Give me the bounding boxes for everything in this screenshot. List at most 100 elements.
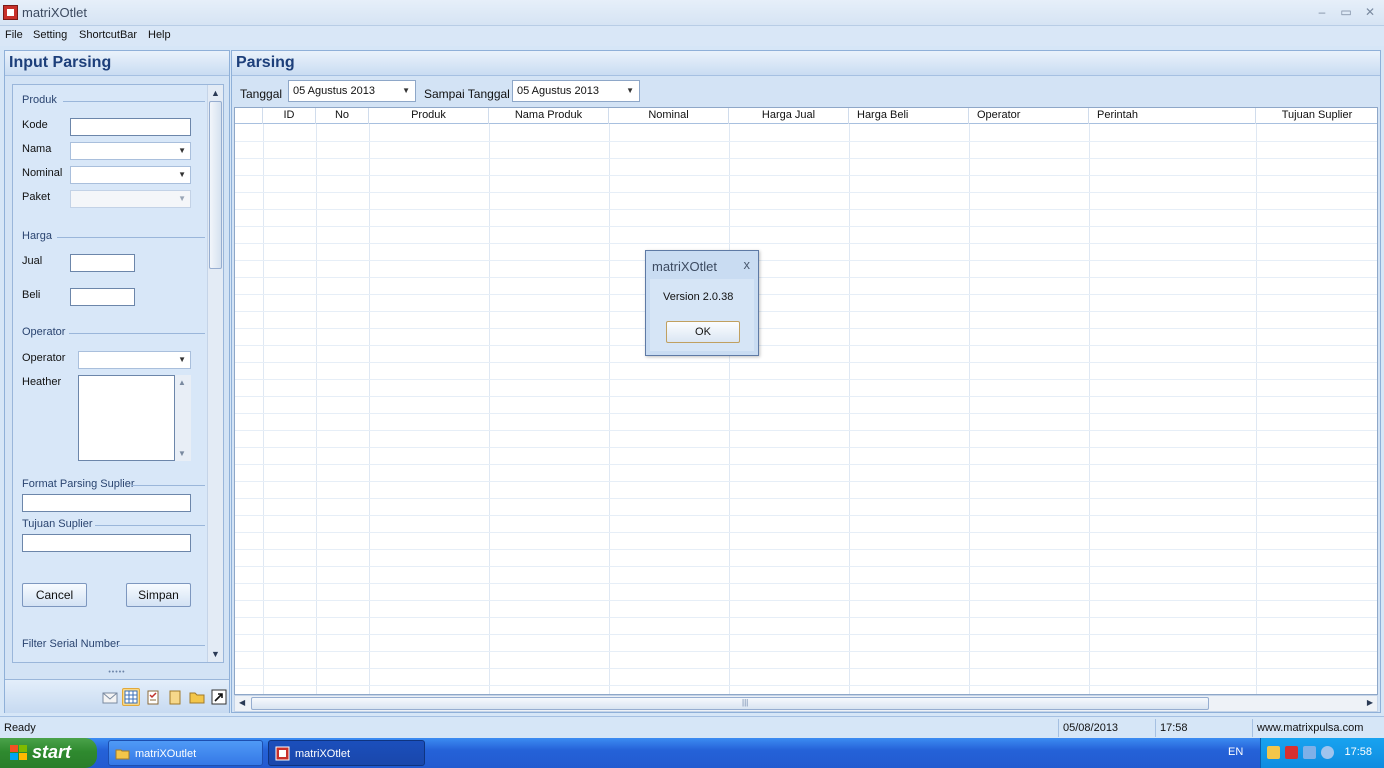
- grid-row-line: [235, 379, 1377, 380]
- status-time: 17:58: [1160, 722, 1188, 734]
- form-scrollbar[interactable]: ▲ ▼: [207, 85, 223, 662]
- grid-row-line: [235, 668, 1377, 669]
- grid-row-line: [235, 362, 1377, 363]
- splitter-grip[interactable]: •••••: [5, 669, 229, 677]
- sampai-tanggal-value: 05 Agustus 2013: [517, 85, 599, 97]
- grid-row-line: [235, 277, 1377, 278]
- grid-row-line: [235, 328, 1377, 329]
- start-button[interactable]: start: [0, 738, 97, 768]
- nama-label: Nama: [22, 143, 52, 155]
- input-parsing-panel: Input Parsing Produk Kode Nama ▼ Nominal…: [4, 50, 230, 713]
- nominal-select[interactable]: ▼: [70, 166, 191, 184]
- kode-input[interactable]: [70, 118, 191, 136]
- ok-button[interactable]: OK: [666, 321, 740, 343]
- column-header-nama-produk[interactable]: Nama Produk: [489, 108, 609, 124]
- column-header-operator[interactable]: Operator: [969, 108, 1089, 124]
- group-divider: [131, 485, 205, 486]
- app-icon: [275, 746, 290, 761]
- column-header-perintah[interactable]: Perintah: [1089, 108, 1256, 124]
- column-header-produk[interactable]: Produk: [369, 108, 489, 124]
- jual-input[interactable]: [70, 254, 135, 272]
- menu-setting[interactable]: Setting: [33, 29, 67, 41]
- antivirus-icon[interactable]: [1285, 746, 1298, 759]
- chevron-down-icon: ▼: [178, 170, 186, 179]
- language-indicator[interactable]: EN: [1228, 746, 1243, 758]
- harga-group-label: Harga: [22, 230, 52, 242]
- column-header-tujuan-suplier[interactable]: Tujuan Suplier: [1256, 108, 1377, 124]
- taskbar-item-label: matriXOtlet: [295, 748, 351, 760]
- column-header-nominal[interactable]: Nominal: [609, 108, 729, 124]
- parsing-grid[interactable]: ID No Produk Nama Produk Nominal Harga J…: [234, 107, 1378, 695]
- system-tray: 17:58: [1260, 738, 1384, 768]
- scroll-left-icon[interactable]: ◀: [239, 698, 245, 707]
- tujuan-suplier-input[interactable]: [22, 534, 191, 552]
- grid-row-line: [235, 464, 1377, 465]
- dialog-close-icon[interactable]: x: [744, 257, 751, 272]
- paket-label: Paket: [22, 191, 51, 203]
- format-parsing-input[interactable]: [22, 494, 191, 512]
- heather-scrollbar[interactable]: ▲ ▼: [175, 375, 191, 461]
- network-icon[interactable]: [1303, 746, 1316, 759]
- beli-input[interactable]: [70, 288, 135, 306]
- window-title: matriXOtlet: [22, 5, 88, 20]
- shortcut-bar: [5, 679, 229, 713]
- taskbar-item-app[interactable]: matriXOtlet: [268, 740, 425, 766]
- scroll-right-icon[interactable]: ▶: [1367, 698, 1373, 707]
- menu-file[interactable]: File: [5, 29, 23, 41]
- scroll-thumb[interactable]: [209, 101, 222, 269]
- heather-label: Heather: [22, 376, 62, 388]
- column-header-no[interactable]: No: [316, 108, 369, 124]
- tasks-icon[interactable]: [144, 688, 162, 706]
- group-divider: [117, 645, 205, 646]
- group-divider: [57, 237, 205, 238]
- volume-icon[interactable]: [1321, 746, 1334, 759]
- taskbar-clock: 17:58: [1344, 746, 1372, 758]
- scroll-down-icon[interactable]: ▼: [211, 649, 220, 659]
- column-header-selector[interactable]: [235, 108, 263, 124]
- chevron-down-icon[interactable]: ▼: [402, 81, 410, 101]
- group-divider: [69, 333, 205, 334]
- cancel-button[interactable]: Cancel: [22, 583, 87, 607]
- close-button[interactable]: ✕: [1362, 4, 1378, 20]
- operator-group-label: Operator: [22, 326, 66, 338]
- folder-icon: [115, 749, 130, 760]
- tujuan-suplier-label: Tujuan Suplier: [22, 518, 93, 530]
- grid-row-line: [235, 549, 1377, 550]
- menu-shortcutbar[interactable]: ShortcutBar: [79, 29, 137, 41]
- scroll-down-icon[interactable]: ▼: [178, 449, 186, 458]
- tanggal-date-picker[interactable]: 05 Agustus 2013 ▼: [288, 80, 416, 102]
- scroll-up-icon[interactable]: ▲: [178, 378, 186, 387]
- scroll-up-icon[interactable]: ▲: [211, 88, 220, 98]
- grid-row-line: [235, 260, 1377, 261]
- notes-icon[interactable]: [166, 688, 184, 706]
- menu-help[interactable]: Help: [148, 29, 171, 41]
- nama-select[interactable]: ▼: [70, 142, 191, 160]
- simpan-button[interactable]: Simpan: [126, 583, 191, 607]
- security-shield-icon[interactable]: [1267, 746, 1280, 759]
- grid-horizontal-scrollbar[interactable]: ◀ ||| ▶: [234, 695, 1378, 712]
- shortcut-arrow-icon[interactable]: [210, 688, 228, 706]
- calendar-icon[interactable]: [122, 688, 140, 706]
- minimize-button[interactable]: –: [1314, 4, 1330, 20]
- heather-textarea[interactable]: [78, 375, 175, 461]
- folder-icon[interactable]: [188, 688, 206, 706]
- sampai-tanggal-date-picker[interactable]: 05 Agustus 2013 ▼: [512, 80, 640, 102]
- grid-row-line: [235, 413, 1377, 414]
- chevron-down-icon[interactable]: ▼: [626, 81, 634, 101]
- mail-icon[interactable]: [101, 688, 119, 706]
- paket-select[interactable]: ▼: [70, 190, 191, 208]
- operator-select[interactable]: ▼: [78, 351, 191, 369]
- maximize-button[interactable]: ▭: [1338, 4, 1354, 20]
- panel-title: Parsing: [236, 54, 295, 71]
- scroll-thumb[interactable]: |||: [251, 697, 1209, 710]
- grid-row-line: [235, 141, 1377, 142]
- column-header-id[interactable]: ID: [263, 108, 316, 124]
- column-header-harga-jual[interactable]: Harga Jual: [729, 108, 849, 124]
- column-header-harga-beli[interactable]: Harga Beli: [849, 108, 969, 124]
- date-filter-row: Tanggal 05 Agustus 2013 ▼ Sampai Tanggal…: [232, 79, 1380, 105]
- taskbar-item-folder[interactable]: matriXOutlet: [108, 740, 263, 766]
- grid-row-line: [235, 634, 1377, 635]
- grid-row-line: [235, 311, 1377, 312]
- grid-row-line: [235, 447, 1377, 448]
- grid-row-line: [235, 345, 1377, 346]
